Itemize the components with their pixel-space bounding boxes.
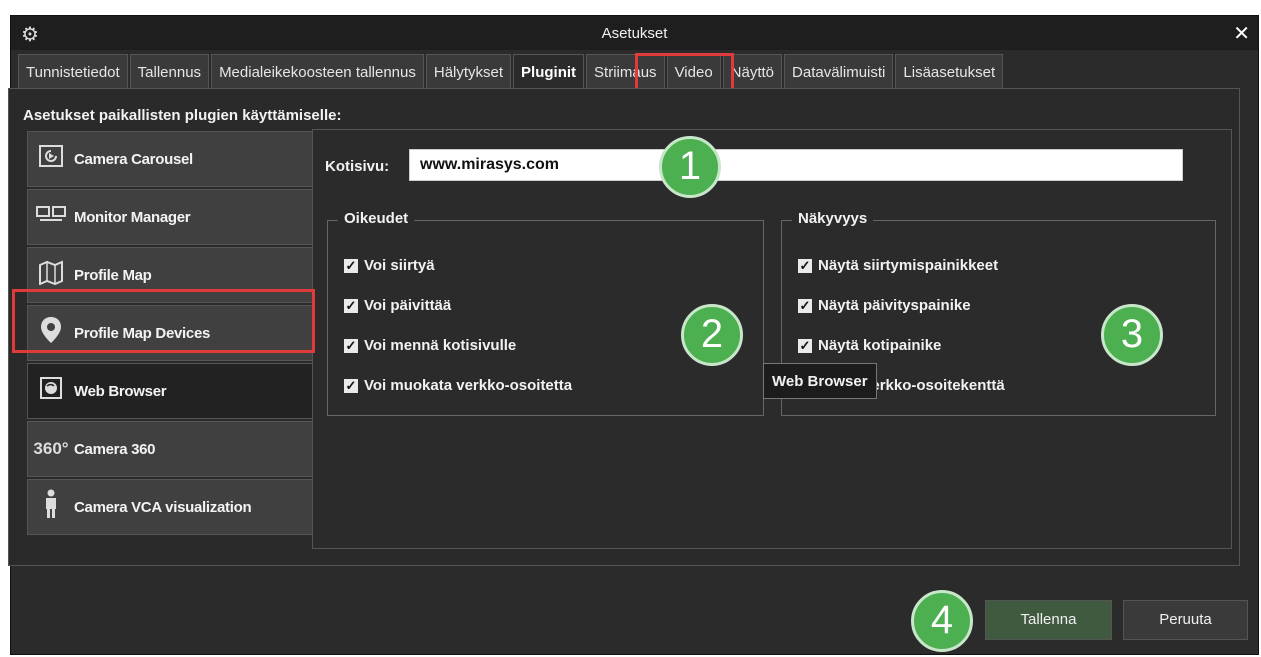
title-bar: ⚙ Asetukset ✕ xyxy=(11,16,1258,50)
plugin-item-profile-map-devices[interactable]: Profile Map Devices xyxy=(27,305,313,361)
tab-content: Asetukset paikallisten plugien käyttämis… xyxy=(8,88,1240,566)
monitor-icon xyxy=(28,204,74,230)
checkbox-can-refresh[interactable]: ✓ Voi päivittää xyxy=(344,297,451,314)
visibility-group-title: Näkyvyys xyxy=(792,210,874,227)
person-icon xyxy=(28,489,74,525)
step-badge-1: 1 xyxy=(659,136,721,198)
plugin-item-camera-vca-visualization[interactable]: Camera VCA visualization xyxy=(27,479,313,535)
tab-datavalimuisti[interactable]: Datavälimuisti xyxy=(784,54,894,89)
step-badge-3: 3 xyxy=(1101,304,1163,366)
checkbox-label: Voi muokata verkko-osoitetta xyxy=(364,377,573,394)
checkbox-checked-icon: ✓ xyxy=(344,297,358,313)
checkbox-checked-icon: ✓ xyxy=(798,297,812,313)
plugin-label: Profile Map Devices xyxy=(74,324,211,342)
plugin-item-monitor-manager[interactable]: Monitor Manager xyxy=(27,189,313,245)
tooltip: Web Browser xyxy=(763,363,877,399)
checkbox-label: Näytä päivityspainike xyxy=(818,297,971,314)
checkbox-label: Näytä siirtymispainikkeet xyxy=(818,257,999,274)
plugin-label: Profile Map xyxy=(74,266,152,284)
360-icon: 360° xyxy=(33,439,69,458)
plugin-label: Camera VCA visualization xyxy=(74,498,252,516)
checkbox-show-refresh-button[interactable]: ✓ Näytä päivityspainike xyxy=(798,297,971,314)
section-title: Asetukset paikallisten plugien käyttämis… xyxy=(23,107,342,124)
tab-tallennus[interactable]: Tallennus xyxy=(129,54,210,89)
plugin-item-camera-carousel[interactable]: Camera Carousel xyxy=(27,131,313,187)
tab-lisaasetukset[interactable]: Lisäasetukset xyxy=(895,54,1004,89)
cancel-button[interactable]: Peruuta xyxy=(1123,600,1248,640)
tab-striimaus[interactable]: Striimaus xyxy=(586,54,665,89)
plugin-label: Camera 360 xyxy=(74,440,156,458)
checkbox-checked-icon: ✓ xyxy=(344,337,358,353)
close-icon[interactable]: ✕ xyxy=(1233,21,1250,46)
plugin-label: Monitor Manager xyxy=(74,208,191,226)
checkbox-can-go-home[interactable]: ✓ Voi mennä kotisivulle xyxy=(344,337,516,354)
checkbox-show-navigation-buttons[interactable]: ✓ Näytä siirtymispainikkeet xyxy=(798,257,998,274)
checkbox-label: Voi päivittää xyxy=(364,297,452,314)
tab-medialeikekoosteen-tallennus[interactable]: Medialeikekoosteen tallennus xyxy=(211,54,424,89)
checkbox-checked-icon: ✓ xyxy=(798,257,812,273)
web-browser-settings-panel: Kotisivu: Oikeudet ✓ Voi siirtyä ✓ Voi päi… xyxy=(312,129,1232,549)
plugin-item-web-browser[interactable]: Web Browser xyxy=(27,363,313,419)
plugin-item-profile-map[interactable]: Profile Map xyxy=(27,247,313,303)
checkbox-checked-icon: ✓ xyxy=(344,377,358,393)
tab-tunnistetiedot[interactable]: Tunnistetiedot xyxy=(18,54,128,89)
checkbox-checked-icon: ✓ xyxy=(344,257,358,273)
plugin-label: Web Browser xyxy=(74,382,167,400)
tab-bar: Tunnistetiedot Tallennus Medialeikekoost… xyxy=(18,54,1005,89)
plugin-label: Camera Carousel xyxy=(74,150,193,168)
rights-group-title: Oikeudet xyxy=(338,210,415,227)
homepage-label: Kotisivu: xyxy=(325,158,390,175)
checkbox-can-navigate[interactable]: ✓ Voi siirtyä xyxy=(344,257,435,274)
dialog-title: Asetukset xyxy=(601,25,668,42)
save-button[interactable]: Tallenna xyxy=(985,600,1112,640)
homepage-input[interactable] xyxy=(409,149,1183,181)
checkbox-label: Voi mennä kotisivulle xyxy=(364,337,517,354)
tab-naytto[interactable]: Näyttö xyxy=(722,54,783,89)
tab-pluginit[interactable]: Pluginit xyxy=(513,54,585,89)
tab-halytykset[interactable]: Hälytykset xyxy=(425,54,512,89)
globe-icon xyxy=(28,376,74,406)
step-badge-2: 2 xyxy=(681,304,743,366)
plugin-item-camera-360[interactable]: 360° Camera 360 xyxy=(27,421,313,477)
checkbox-label: Näytä kotipainike xyxy=(818,337,942,354)
checkbox-can-edit-address[interactable]: ✓ Voi muokata verkko-osoitetta xyxy=(344,377,572,394)
plugin-list: Camera Carousel Monitor Manager Profile … xyxy=(27,131,313,537)
checkbox-show-home-button[interactable]: ✓ Näytä kotipainike xyxy=(798,337,941,354)
carousel-icon xyxy=(28,144,74,174)
map-pin-icon xyxy=(28,316,74,350)
map-icon xyxy=(28,259,74,291)
step-badge-4: 4 xyxy=(911,590,973,652)
checkbox-checked-icon: ✓ xyxy=(798,337,812,353)
tab-video[interactable]: Video xyxy=(666,54,721,89)
checkbox-label: Voi siirtyä xyxy=(364,257,435,274)
